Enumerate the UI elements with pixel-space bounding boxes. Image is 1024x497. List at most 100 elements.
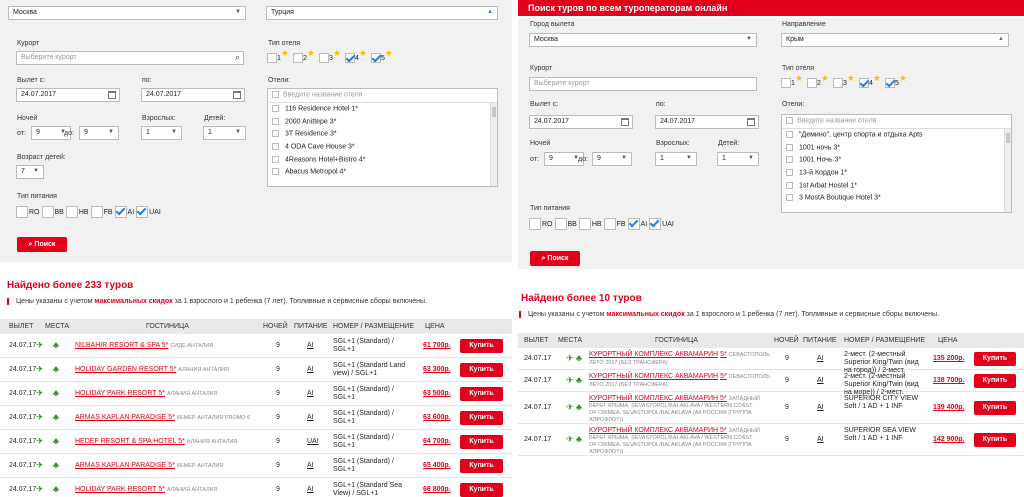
checkbox[interactable] xyxy=(627,218,640,230)
checkbox[interactable] xyxy=(90,206,103,218)
buy-button[interactable]: Купить xyxy=(460,339,503,353)
checkbox[interactable] xyxy=(786,194,793,202)
checkbox[interactable] xyxy=(272,105,279,112)
checkbox[interactable] xyxy=(578,218,591,230)
left-hotels-search[interactable]: Введите название отеля xyxy=(268,89,497,103)
buy-button[interactable]: Купить xyxy=(974,433,1016,447)
hotel-link[interactable]: ARMAS KAPLAN PARADISE 5* xyxy=(75,462,175,469)
hotel-list-item[interactable]: 3 MostA Boutique Hotel 3* xyxy=(782,192,1011,205)
checkbox[interactable] xyxy=(272,143,279,151)
buy-button[interactable]: Купить xyxy=(460,411,503,425)
meal-option[interactable]: FB xyxy=(90,206,113,218)
hotel-list-item[interactable]: 3T Residence 3* xyxy=(268,128,497,141)
checkbox[interactable] xyxy=(272,130,279,138)
right-search-button[interactable]: ⌕ Поиск xyxy=(530,251,580,266)
left-note-bold[interactable]: максимальных скидок xyxy=(94,298,172,305)
right-date-from[interactable]: 24.07.2017 xyxy=(529,115,633,129)
meal-option[interactable]: UAI xyxy=(649,218,674,230)
checkbox[interactable] xyxy=(786,181,793,189)
checkbox[interactable] xyxy=(603,218,616,230)
hotel-link[interactable]: NILBAHIR RESORT & SPA 5* xyxy=(75,342,168,349)
buy-button[interactable]: Купить xyxy=(974,374,1016,388)
star-option[interactable]: 4★ xyxy=(858,73,881,89)
meal-option[interactable]: AI xyxy=(627,218,647,230)
checkbox[interactable] xyxy=(786,117,793,124)
left-date-from[interactable]: 24.07.2017 xyxy=(16,88,120,102)
left-children-select[interactable]: 1 ▼ xyxy=(203,126,246,140)
hotel-list-item[interactable]: Abacus Metropol 4* xyxy=(268,166,497,179)
left-search-button[interactable]: ⌕ Поиск xyxy=(17,237,67,252)
checkbox[interactable] xyxy=(267,53,277,64)
checkbox[interactable] xyxy=(272,168,279,176)
meal-option[interactable]: BB xyxy=(41,206,64,218)
hotel-list-item[interactable]: 1001 ночь 3* xyxy=(782,142,1011,155)
hotel-list-item[interactable]: 13-й Кордон 1* xyxy=(782,167,1011,180)
star-option[interactable]: 3★ xyxy=(318,48,341,64)
right-nights-to-select[interactable]: 9 ▼ xyxy=(592,152,632,166)
right-children-select[interactable]: 1 ▼ xyxy=(717,152,759,166)
checkbox[interactable] xyxy=(16,206,28,218)
left-hotels-list[interactable]: Введите название отеля 116 Residence Hot… xyxy=(267,88,498,187)
hotel-link[interactable]: 5* xyxy=(720,351,727,358)
price[interactable]: 63 300р. xyxy=(423,366,451,373)
hotel-link[interactable]: ARMAS KAPLAN PARADISE 5* xyxy=(75,414,175,421)
meal-option[interactable]: BB xyxy=(554,218,577,230)
checkbox[interactable] xyxy=(786,131,793,138)
checkbox[interactable] xyxy=(318,53,329,64)
checkbox[interactable] xyxy=(781,78,791,89)
buy-button[interactable]: Купить xyxy=(460,363,503,377)
checkbox[interactable] xyxy=(649,218,662,230)
star-option[interactable]: 5★ xyxy=(370,48,393,64)
right-adults-select[interactable]: 1 ▼ xyxy=(655,152,697,166)
hotel-list-item[interactable]: 1001 Ночь 3* xyxy=(782,154,1011,167)
calendar-icon[interactable] xyxy=(233,91,241,99)
calendar-icon[interactable] xyxy=(108,91,116,99)
hotel-link[interactable]: HEDEF RESORT & SPA HOTEL 5* xyxy=(75,438,185,445)
price[interactable]: 63 500р. xyxy=(423,390,451,397)
meal-option[interactable]: AI xyxy=(114,206,134,218)
price[interactable]: 66 800р. xyxy=(423,486,451,493)
checkbox[interactable] xyxy=(832,78,843,89)
left-adults-select[interactable]: 1 ▼ xyxy=(141,126,182,140)
star-option[interactable]: 1★ xyxy=(267,48,289,64)
checkbox[interactable] xyxy=(806,78,817,89)
checkbox[interactable] xyxy=(65,206,78,218)
hotel-link[interactable]: КУРОРТНЫЙ КОМПЛЕКС АКВАМАРИН 5* xyxy=(589,395,727,402)
checkbox[interactable] xyxy=(272,155,279,163)
meal-option[interactable]: RO xyxy=(529,218,553,230)
meal-option[interactable]: UAI xyxy=(136,206,161,218)
left-city-select[interactable]: Москва ▼ xyxy=(8,6,246,20)
price[interactable]: 64 700р. xyxy=(423,438,451,445)
price[interactable]: 63 600р. xyxy=(423,414,451,421)
left-resort-input[interactable]: Выберите курорт ⌕ xyxy=(16,51,244,65)
buy-button[interactable]: Купить xyxy=(460,483,503,497)
meal-option[interactable]: HB xyxy=(578,218,602,230)
checkbox[interactable] xyxy=(272,117,279,125)
meal-option[interactable]: HB xyxy=(65,206,89,218)
buy-button[interactable]: Купить xyxy=(974,352,1016,366)
price[interactable]: 142 900р. xyxy=(933,436,965,443)
scrollbar[interactable] xyxy=(490,103,497,186)
right-hotels-search[interactable]: Введите название отеля xyxy=(782,115,1011,129)
hotel-link[interactable]: КУРОРТНЫЙ КОМПЛЕКС АКВАМАРИН xyxy=(589,373,718,380)
checkbox[interactable] xyxy=(786,169,793,177)
hotel-list-item[interactable]: 1st Arbat Hostel 1* xyxy=(782,180,1011,193)
price[interactable]: 135 200р. xyxy=(933,355,965,362)
checkbox[interactable] xyxy=(884,78,895,89)
calendar-icon[interactable] xyxy=(621,118,629,126)
right-direction-select[interactable]: Крым ▲ xyxy=(781,33,1009,47)
checkbox[interactable] xyxy=(554,218,567,230)
price[interactable]: 61 700р. xyxy=(423,342,451,349)
hotel-list-item[interactable]: 4Reasons Hotel+Bistro 4* xyxy=(268,154,497,167)
checkbox[interactable] xyxy=(529,218,541,230)
left-date-to[interactable]: 24.07.2017 xyxy=(141,88,245,102)
star-option[interactable]: 5★ xyxy=(884,73,907,89)
price[interactable]: 139 400р. xyxy=(933,404,965,411)
hotel-link[interactable]: 5* xyxy=(720,373,727,380)
buy-button[interactable]: Купить xyxy=(460,459,503,473)
hotel-list-item[interactable]: 2000 Anittepe 3* xyxy=(268,116,497,129)
star-option[interactable]: 2★ xyxy=(806,73,829,89)
checkbox[interactable] xyxy=(41,206,54,218)
hotel-list-item[interactable]: 4 ODA Cave House 3* xyxy=(268,141,497,154)
star-option[interactable]: 4★ xyxy=(344,48,367,64)
